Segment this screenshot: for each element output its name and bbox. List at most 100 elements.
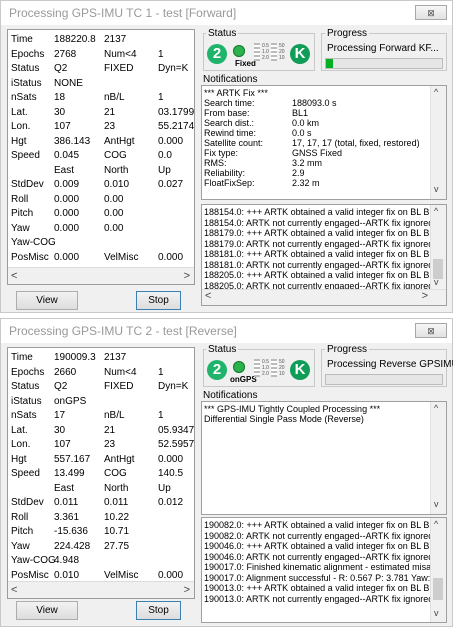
scroll-down-icon[interactable]: v — [434, 277, 439, 287]
grid-cell: 4.948 — [54, 555, 80, 566]
scroll-left-icon[interactable]: < — [205, 290, 211, 302]
grid-cell: 0.000 — [54, 222, 80, 234]
notifications-scrollbar[interactable]: ^ v — [430, 402, 446, 514]
scroll-right-icon[interactable]: > — [184, 270, 190, 282]
grid-cell: 18 — [54, 92, 66, 103]
view-button[interactable]: View — [16, 291, 78, 310]
grid-row-label: Speed — [11, 468, 40, 479]
grid-row: Time 190009.3 2137 — [8, 352, 194, 365]
grid-row-label: Status — [11, 63, 40, 74]
grid-cell: North — [104, 482, 129, 494]
grid-cell: 0.0 — [158, 150, 172, 161]
log-scroll-thumb[interactable] — [433, 259, 443, 279]
notification-header: *** ARTK Fix *** — [204, 88, 268, 98]
progress-bar — [325, 58, 443, 69]
log-line: 190082.0: ARTK not currently engaged--AR… — [204, 530, 434, 541]
scroll-up-icon[interactable]: ^ — [434, 403, 438, 413]
window-title: Processing GPS-IMU TC 1 - test [Forward] — [9, 6, 237, 20]
grid-row: Epochs 2768 Num<4 1 — [8, 48, 194, 62]
scroll-left-icon[interactable]: < — [11, 584, 17, 596]
grid-row: Time 188220.8 2137 — [8, 34, 194, 47]
close-button[interactable]: ⊠ — [415, 5, 447, 20]
processing-window-reverse: Processing GPS-IMU TC 2 - test [Reverse]… — [0, 318, 453, 627]
notification-field-label: Reliability: — [204, 168, 246, 178]
grid-cell: 2768 — [54, 48, 77, 60]
notification-field-value: 2.32 m — [292, 178, 320, 188]
notification-field-label: Search dist.: — [204, 118, 255, 128]
fix-status-text: onGPS — [230, 375, 257, 384]
grid-row-label: nSats — [11, 92, 37, 103]
scroll-down-icon[interactable]: v — [434, 184, 439, 194]
log-horizontal-scrollbar[interactable]: < > — [202, 289, 446, 305]
title-bar[interactable]: Processing GPS-IMU TC 1 - test [Forward]… — [1, 1, 452, 25]
scroll-down-icon[interactable]: v — [434, 499, 439, 509]
grid-row-label: Time — [11, 34, 33, 45]
grid-cell: 0.000 — [54, 208, 80, 219]
grid-cell: Num<4 — [104, 48, 137, 60]
scroll-up-icon[interactable]: ^ — [434, 206, 438, 216]
grid-cell: East — [54, 482, 75, 494]
scroll-right-icon[interactable]: > — [422, 290, 428, 302]
grid-cell: 30 — [54, 106, 66, 118]
grid-row-label: nSats — [11, 410, 37, 421]
grid-row: Yaw-COG — [8, 237, 194, 250]
view-button[interactable]: View — [16, 601, 78, 620]
grid-cell: 21 — [104, 424, 116, 436]
grid-row-label: Yaw-COG — [11, 555, 56, 566]
stop-button[interactable]: Stop — [136, 601, 181, 620]
scroll-right-icon[interactable]: > — [184, 584, 190, 596]
notification-field-value: 17, 17, 17 (total, fixed, restored) — [292, 138, 420, 148]
scale-label: 10 — [279, 371, 285, 377]
grid-cell: 05.9347 — [158, 424, 195, 436]
grid-cell: 55.2174 — [158, 121, 195, 132]
grid-cell: onGPS — [54, 395, 87, 407]
grid-row-label: Lat. — [11, 424, 28, 436]
grid-row-label: Yaw-COG — [11, 237, 56, 248]
data-grid: Time 190009.3 2137 Epochs 2660 Num<4 1 Status Q2… — [7, 347, 195, 599]
grid-row: Yaw-COG 4.948 — [8, 555, 194, 568]
log-panel: 190082.0: +++ ARTK obtained a valid inte… — [201, 517, 447, 623]
grid-horizontal-scrollbar[interactable]: < > — [8, 267, 194, 284]
grid-row: PosMisc 0.000 VelMisc 0.000 — [8, 251, 194, 265]
scroll-left-icon[interactable]: < — [11, 270, 17, 282]
scroll-up-icon[interactable]: ^ — [434, 87, 438, 97]
fix-status-text: Fixed — [235, 59, 256, 68]
grid-cell: 0.000 — [158, 135, 184, 147]
grid-horizontal-scrollbar[interactable]: < > — [8, 581, 194, 598]
close-button[interactable]: ⊠ — [415, 323, 447, 338]
notifications-label: Notifications — [203, 390, 258, 401]
grid-cell: AntHgt — [104, 135, 135, 147]
grid-row-label: Roll — [11, 511, 29, 523]
grid-row: Lat. 30 21 03.1799 — [8, 106, 194, 120]
grid-cell: 0.000 — [158, 453, 184, 465]
grid-row-label: iStatus — [11, 77, 42, 89]
scroll-down-icon[interactable]: v — [434, 608, 439, 618]
log-line: 188181.0: ARTK not currently engaged--AR… — [204, 259, 434, 270]
grid-row: Status Q2 FIXED Dyn=K — [8, 381, 194, 394]
grid-row-label: Lat. — [11, 106, 28, 118]
log-scrollbar[interactable]: ^ v — [430, 205, 446, 291]
grid-row-label: Pitch — [11, 526, 34, 537]
stop-button[interactable]: Stop — [136, 291, 181, 310]
notifications-panel: *** ARTK Fix *** Search time: 188093.0 s F… — [201, 85, 447, 200]
status-led-icon — [233, 361, 245, 373]
log-line: 190046.0: +++ ARTK obtained a valid inte… — [204, 541, 440, 551]
log-scrollbar[interactable]: ^ v — [430, 518, 446, 622]
log-scroll-thumb[interactable] — [433, 578, 443, 600]
grid-cell: North — [104, 164, 129, 176]
grid-cell: nB/L — [104, 92, 125, 103]
grid-row: StdDev 0.011 0.011 0.012 — [8, 497, 194, 510]
grid-row: Lon. 107 23 52.5957 — [8, 439, 194, 452]
grid-row: iStatus onGPS — [8, 395, 194, 409]
scroll-up-icon[interactable]: ^ — [434, 519, 438, 529]
title-bar[interactable]: Processing GPS-IMU TC 2 - test [Reverse]… — [1, 319, 452, 343]
notifications-scrollbar[interactable]: ^ v — [430, 86, 446, 199]
grid-cell: Up — [158, 482, 171, 494]
grid-row-label: Yaw — [11, 222, 30, 234]
grid-row: Speed 0.045 COG 0.0 — [8, 150, 194, 163]
grid-cell: 1 — [158, 410, 164, 421]
grid-row-label: PosMisc — [11, 251, 49, 263]
grid-cell: Num<4 — [104, 366, 137, 378]
notification-subheader: Differential Single Pass Mode (Reverse) — [204, 414, 364, 424]
grid-cell: 0.012 — [158, 497, 184, 508]
